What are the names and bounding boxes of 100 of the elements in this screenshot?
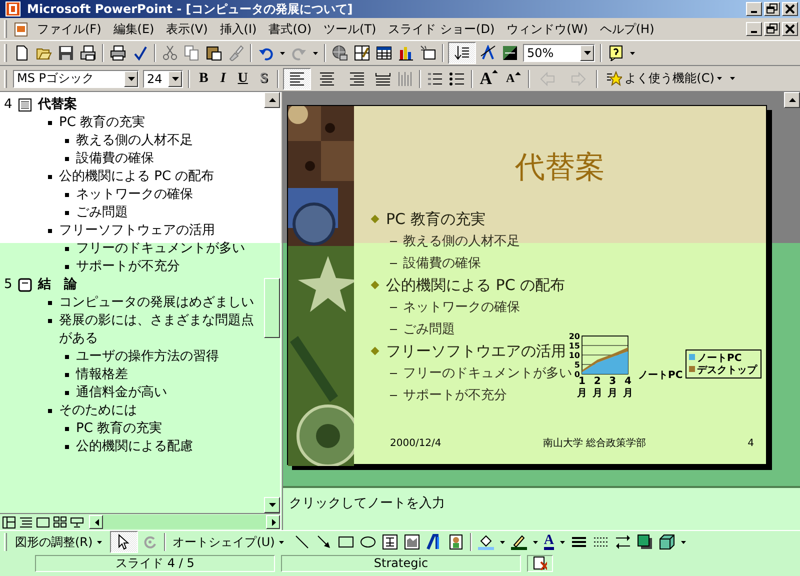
caret-icon[interactable] — [280, 52, 285, 54]
spelling-status-icon[interactable] — [533, 556, 547, 570]
menu-item[interactable]: 挿入(I) — [214, 18, 263, 40]
slide-sorter-icon[interactable] — [53, 516, 67, 528]
slide-icon[interactable] — [18, 98, 32, 112]
line-icon[interactable] — [294, 534, 310, 550]
menu-item[interactable]: 書式(O) — [262, 18, 318, 40]
close-button[interactable] — [782, 22, 798, 36]
italic-button[interactable]: I — [214, 68, 232, 90]
close-button[interactable] — [782, 2, 798, 16]
underline-button[interactable]: U — [232, 68, 254, 90]
draw-menu-button[interactable]: 図形の調整(R) — [11, 534, 109, 550]
new-file-icon[interactable] — [14, 45, 30, 61]
minimize-button[interactable] — [746, 2, 762, 16]
caret-icon[interactable] — [630, 52, 635, 54]
increase-font-button[interactable]: A — [476, 68, 502, 88]
save-icon[interactable] — [58, 45, 74, 61]
font-color-button[interactable]: A — [544, 534, 554, 550]
restore-button[interactable] — [764, 2, 780, 16]
outline-view-icon[interactable] — [19, 516, 33, 528]
outline-text[interactable]: そのためには — [59, 402, 262, 420]
document-icon[interactable] — [14, 21, 28, 37]
arrow-style-icon[interactable] — [614, 534, 631, 550]
align-left-button[interactable] — [282, 68, 311, 90]
fill-color-icon[interactable] — [478, 534, 494, 550]
menu-item[interactable]: スライド ショー(D) — [382, 18, 501, 40]
clip-art-icon[interactable] — [448, 534, 464, 550]
format-painter-icon[interactable] — [228, 45, 244, 61]
slide-view-icon[interactable] — [36, 516, 50, 528]
outline-text[interactable]: 情報格差 — [76, 366, 262, 384]
distributed-align-icon[interactable] — [374, 70, 391, 86]
outline-text[interactable]: フリーのドキュメントが多い — [76, 240, 262, 258]
menu-item[interactable]: 表示(V) — [160, 18, 214, 40]
rectangle-icon[interactable] — [338, 534, 354, 550]
outline-text[interactable]: 通信料金が高い — [76, 384, 262, 402]
notes-field[interactable]: クリックしてノートを入力 — [283, 486, 800, 530]
grayscale-icon[interactable] — [502, 45, 518, 61]
line-color-icon[interactable] — [510, 534, 527, 550]
outline-text[interactable]: 設備費の確保 — [76, 150, 262, 168]
minimize-button[interactable] — [746, 22, 762, 36]
autoshapes-menu-button[interactable]: オートシェイプ(U) — [168, 534, 291, 550]
paste-icon[interactable] — [206, 45, 222, 61]
menu-item[interactable]: ヘルプ(H) — [594, 18, 660, 40]
caret-icon[interactable] — [730, 77, 736, 80]
outline-text[interactable]: PC 教育の充実 — [76, 420, 262, 438]
common-tasks-button[interactable]: よく使う機能(C) — [600, 70, 728, 87]
slide-icon[interactable] — [18, 278, 32, 292]
spelling-check-icon[interactable] — [132, 45, 148, 61]
copy-icon[interactable] — [184, 45, 200, 61]
scroll-up-button[interactable] — [784, 92, 800, 108]
caret-icon[interactable] — [680, 540, 686, 544]
printer-icon[interactable] — [80, 45, 96, 61]
arrow-icon[interactable] — [316, 534, 332, 550]
outline-text[interactable]: PC 教育の充実 — [59, 114, 262, 132]
scroll-up-button[interactable] — [264, 92, 280, 108]
oval-icon[interactable] — [360, 534, 376, 550]
scroll-thumb[interactable] — [264, 278, 280, 338]
cut-icon[interactable] — [162, 45, 178, 61]
caret-icon[interactable] — [532, 540, 538, 544]
outline-text[interactable]: ごみ問題 — [76, 204, 262, 222]
outline-text[interactable]: コンピュータの発展はめざましい — [59, 294, 262, 312]
outline-text[interactable]: 公的機関による PC の配布 — [59, 168, 262, 186]
outline-text[interactable]: サポートが不充分 — [76, 258, 262, 276]
normal-view-icon[interactable] — [2, 516, 16, 528]
restore-button[interactable] — [764, 22, 780, 36]
text-box-icon[interactable] — [382, 534, 398, 550]
print-icon[interactable] — [110, 45, 126, 61]
outline-text[interactable]: 発展の影には、さまざまな問題点がある — [59, 312, 262, 348]
slide-show-icon[interactable] — [70, 516, 84, 528]
tables-borders-icon[interactable] — [354, 45, 370, 61]
caret-icon[interactable] — [313, 52, 318, 54]
new-slide-icon[interactable] — [420, 45, 436, 61]
outline-text[interactable]: フリーソフトウェアの活用 — [59, 222, 262, 240]
scroll-down-button[interactable] — [264, 497, 280, 513]
star-icon[interactable] — [606, 70, 622, 86]
bulleted-list-icon[interactable] — [448, 70, 465, 86]
shadow-icon[interactable] — [636, 534, 653, 550]
outline-text[interactable]: ネットワークの確保 — [76, 186, 262, 204]
scroll-left-button[interactable] — [89, 515, 103, 529]
3d-icon[interactable] — [658, 534, 675, 550]
caret-icon[interactable] — [560, 540, 565, 544]
expand-all-button[interactable] — [448, 42, 476, 64]
scroll-right-button[interactable] — [266, 515, 280, 529]
bold-button[interactable]: B — [193, 68, 214, 90]
menu-item[interactable]: ファイル(F) — [31, 18, 108, 40]
wordart-icon[interactable] — [426, 534, 442, 550]
menu-item[interactable]: ツール(T) — [318, 18, 382, 40]
insert-picture-icon[interactable] — [404, 534, 420, 550]
menu-item[interactable]: 編集(E) — [107, 18, 160, 40]
hyperlink-icon[interactable] — [332, 45, 348, 61]
app-icon[interactable] — [5, 1, 21, 17]
outline-text[interactable]: 教える側の人材不足 — [76, 132, 262, 150]
font-combo[interactable]: MS Pゴシック — [13, 70, 139, 88]
decrease-font-button[interactable]: A — [502, 71, 525, 86]
numbered-list-icon[interactable] — [426, 70, 443, 86]
bar-chart-icon[interactable] — [398, 45, 414, 61]
outline-text[interactable]: ユーザの操作方法の習得 — [76, 348, 262, 366]
insert-table-icon[interactable] — [376, 45, 392, 61]
zoom-combo[interactable]: 50% — [523, 44, 595, 62]
slide-title[interactable]: 結 論 — [38, 276, 77, 294]
